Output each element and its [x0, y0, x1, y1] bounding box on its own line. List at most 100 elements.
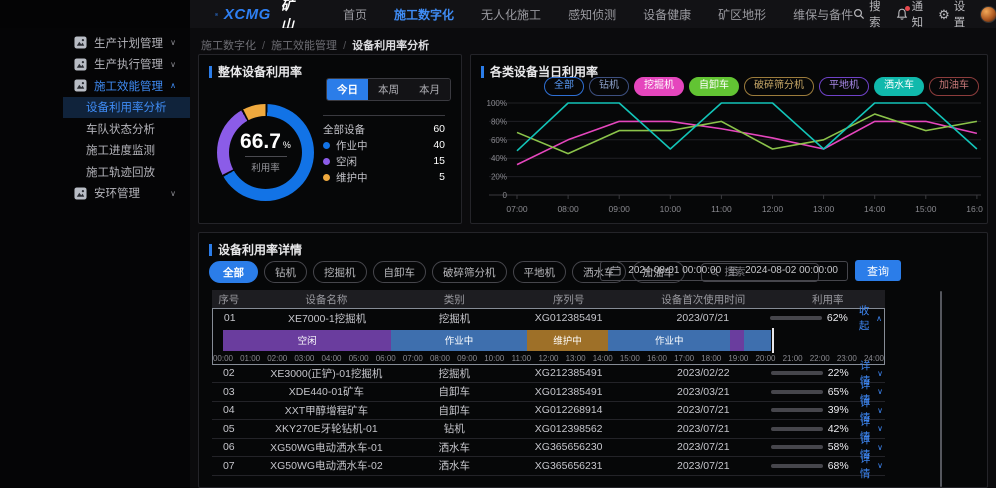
sidebar-item-生产执行管理[interactable]: 生产执行管理∨: [63, 54, 190, 76]
legend-row-空闲: 空闲15: [323, 153, 445, 169]
timeline-tick-label: 00:00: [213, 354, 233, 363]
category-utilization-panel: 各类设备当日利用率 全部钻机挖掘机自卸车破碎筛分机平地机洒水车加油车 020%4…: [470, 54, 988, 224]
chevron-up-icon: ∧: [876, 314, 882, 323]
expanded-row-group: 01XE7000-1挖掘机挖掘机XG0123854912023/07/2162%…: [212, 308, 885, 365]
sidebar-subitem-设备利用率分析[interactable]: 设备利用率分析: [63, 97, 190, 119]
filter-钻机[interactable]: 钻机: [264, 261, 307, 283]
legend-row-全部设备: 全部设备60: [323, 121, 445, 137]
legend-pill-破碎筛分机[interactable]: 破碎筛分机: [744, 77, 814, 96]
y-tick-label: 80%: [491, 117, 507, 126]
cell-no: 05: [212, 423, 246, 435]
timeline-tick-label: 21:00: [783, 354, 803, 363]
sidebar-item-安环管理[interactable]: 安环管理∨: [63, 183, 190, 205]
top-navbar: XCMG 珠峰露天矿山专家系统 首页施工数字化无人化施工感知侦测设备健康矿区地形…: [190, 0, 996, 28]
timeline-tick-label: 14:00: [593, 354, 613, 363]
cell-type: 洒水车: [407, 458, 501, 473]
sidebar-subitem-施工轨迹回放[interactable]: 施工轨迹回放: [63, 161, 190, 183]
table-scrollbar[interactable]: [940, 291, 942, 487]
nav-item-感知侦测[interactable]: 感知侦测: [568, 6, 616, 23]
sidebar-item-label: 生产计划管理: [94, 35, 163, 51]
filter-自卸车[interactable]: 自卸车: [373, 261, 427, 283]
nav-item-矿区地形[interactable]: 矿区地形: [718, 6, 766, 23]
timeline-segment-作业中: 作业中: [608, 330, 730, 351]
notification-badge: [905, 6, 910, 11]
filter-平地机[interactable]: 平地机: [513, 261, 567, 283]
overall-utilization-panel: 整体设备利用率 今日本周本月 66.7% 利用率 全部设备60作业中40空闲15…: [198, 54, 462, 224]
cell-serial: XG365656230: [501, 441, 636, 453]
legend-pill-钻机[interactable]: 钻机: [589, 77, 629, 96]
sidebar-subitem-施工进度监测[interactable]: 施工进度监测: [63, 140, 190, 162]
timeline-tick-label: 09:00: [457, 354, 477, 363]
legend-pill-加油车[interactable]: 加油车: [929, 77, 979, 96]
legend-value: 60: [433, 123, 445, 135]
y-tick-label: 100%: [487, 99, 507, 108]
legend-pill-洒水车[interactable]: 洒水车: [874, 77, 924, 96]
legend-value: 40: [433, 139, 445, 151]
nav-item-首页[interactable]: 首页: [343, 6, 367, 23]
nav-menu: 首页 施工数字化 无人化施工 感知侦测 设备健康 矿区地形 维保与备件: [343, 6, 853, 23]
breadcrumb-item[interactable]: 施工效能管理: [271, 40, 337, 52]
sidebar-subitem-车队状态分析[interactable]: 车队状态分析: [63, 118, 190, 140]
date-start: 2024-08-01 00:00:00: [628, 265, 721, 276]
legend-pill-平地机[interactable]: 平地机: [819, 77, 869, 96]
nav-item-维保与备件[interactable]: 维保与备件: [793, 6, 853, 23]
progress-bar: [770, 316, 822, 320]
timeline-tick-label: 07:00: [403, 354, 423, 363]
timeline-tick-label: 05:00: [349, 354, 369, 363]
xcmg-logo-icon: [215, 7, 218, 22]
timeline-tick-label: 22:00: [810, 354, 830, 363]
query-button[interactable]: 查询: [855, 260, 901, 281]
timeline-tick-label: 23:00: [837, 354, 857, 363]
filter-全部[interactable]: 全部: [209, 261, 258, 283]
cell-name: XXT甲醇增程矿车: [246, 403, 408, 418]
tab-今日[interactable]: 今日: [327, 79, 368, 100]
timeline-tick-label: 03:00: [294, 354, 314, 363]
main-content: 施工数字化/施工效能管理/设备利用率分析 整体设备利用率 今日本周本月 66.7…: [190, 28, 996, 488]
cell-name: XE3000(正铲)-01挖掘机: [246, 366, 408, 381]
table-row[interactable]: 01XE7000-1挖掘机挖掘机XG0123854912023/07/2162%…: [213, 309, 884, 328]
legend-label: 作业中: [336, 138, 368, 153]
cell-no: 04: [212, 404, 246, 416]
table-header-cell: 设备名称: [246, 292, 408, 307]
settings-action[interactable]: ⚙ 设置: [938, 0, 965, 30]
timeline-segment-维护中: 维护中: [527, 330, 608, 351]
cell-no: 07: [212, 460, 246, 472]
user-menu[interactable]: ∨: [980, 6, 996, 23]
filter-破碎筛分机[interactable]: 破碎筛分机: [432, 261, 507, 283]
notice-action[interactable]: 通知: [896, 0, 924, 30]
settings-label: 设置: [954, 0, 966, 30]
date-range-picker[interactable]: 2024-08-01 00:00:00 至 2024-08-02 00:00:0…: [600, 261, 848, 281]
timeline-axis: 00:0001:0002:0003:0004:0005:0006:0007:00…: [223, 351, 874, 364]
avatar: [980, 6, 996, 23]
timeline-segment-作业中: 作业中: [391, 330, 527, 351]
progress-bar: [771, 464, 823, 468]
sidebar-item-施工效能管理[interactable]: 施工效能管理∧: [63, 75, 190, 97]
nav-item-无人化施工[interactable]: 无人化施工: [481, 6, 541, 23]
table-row[interactable]: 07XG50WG电动洒水车-02洒水车XG3656562312023/07/21…: [212, 457, 885, 476]
cell-name: XG50WG电动洒水车-01: [246, 440, 408, 455]
search-action[interactable]: 搜索: [853, 0, 881, 30]
sidebar-menu: 生产计划管理∨生产执行管理∨施工效能管理∧设备利用率分析车队状态分析施工进度监测…: [63, 32, 190, 204]
legend-pill-自卸车[interactable]: 自卸车: [689, 77, 739, 96]
tab-本月[interactable]: 本月: [409, 79, 450, 100]
filter-挖掘机[interactable]: 挖掘机: [313, 261, 367, 283]
progress-bar: [771, 408, 823, 412]
x-tick-label: 12:00: [762, 204, 784, 214]
breadcrumb-item[interactable]: 施工数字化: [201, 40, 256, 52]
tab-本周[interactable]: 本周: [368, 79, 409, 100]
cell-first-use: 2023/07/21: [636, 423, 771, 435]
timeline-segment-label: 空闲: [298, 333, 317, 347]
legend-pill-挖掘机[interactable]: 挖掘机: [634, 77, 684, 96]
detail-link[interactable]: 详情∨: [856, 451, 883, 481]
y-tick-label: 40%: [491, 154, 507, 163]
legend-pill-全部[interactable]: 全部: [544, 77, 584, 96]
cell-serial: XG012385491: [502, 312, 636, 324]
cell-name: XKY270E牙轮钻机-01: [246, 421, 408, 436]
cell-no: 02: [212, 367, 246, 379]
nav-item-施工数字化[interactable]: 施工数字化: [394, 6, 454, 23]
nav-item-设备健康[interactable]: 设备健康: [643, 6, 691, 23]
nav-actions: 搜索 通知 ⚙ 设置 ∨: [853, 0, 996, 30]
cell-type: 洒水车: [407, 440, 501, 455]
sidebar-item-生产计划管理[interactable]: 生产计划管理∨: [63, 32, 190, 54]
chevron-up-icon: ∧: [170, 81, 176, 90]
